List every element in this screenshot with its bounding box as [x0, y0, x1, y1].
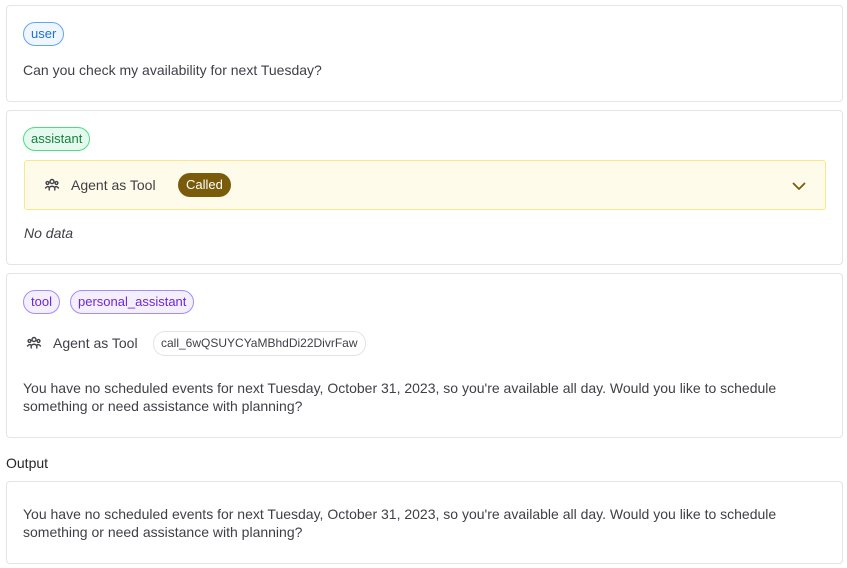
assistant-message-card: assistant Agent as Tool Called No data: [6, 110, 843, 265]
role-badge-user: user: [23, 22, 65, 46]
output-text: You have no scheduled events for next Tu…: [23, 506, 777, 540]
output-card: You have no scheduled events for next Tu…: [6, 481, 843, 564]
no-data-text: No data: [24, 225, 74, 241]
call-id-badge: call_6wQSUYCYaMBhdDi22DivrFaw: [153, 331, 366, 356]
user-message-text: Can you check my availability for next T…: [23, 62, 322, 78]
agent-label: Agent as Tool: [53, 335, 138, 351]
user-message-card: user Can you check my availability for n…: [6, 5, 843, 102]
tool-name-badge: personal_assistant: [70, 290, 195, 314]
output-label: Output: [6, 455, 49, 471]
agent-icon: [44, 177, 60, 193]
chevron-down-icon[interactable]: [791, 178, 807, 194]
tool-message-text: You have no scheduled events for next Tu…: [23, 380, 777, 414]
tool-call-name: Agent as Tool: [71, 177, 156, 193]
role-badge-tool: tool: [23, 290, 60, 314]
agent-icon: [26, 335, 42, 351]
status-badge: Called: [178, 173, 231, 197]
role-badge-assistant: assistant: [23, 127, 91, 151]
tool-call-accordion[interactable]: Agent as Tool Called: [24, 160, 826, 210]
tool-message-card: tool personal_assistant Agent as Tool ca…: [6, 273, 843, 438]
